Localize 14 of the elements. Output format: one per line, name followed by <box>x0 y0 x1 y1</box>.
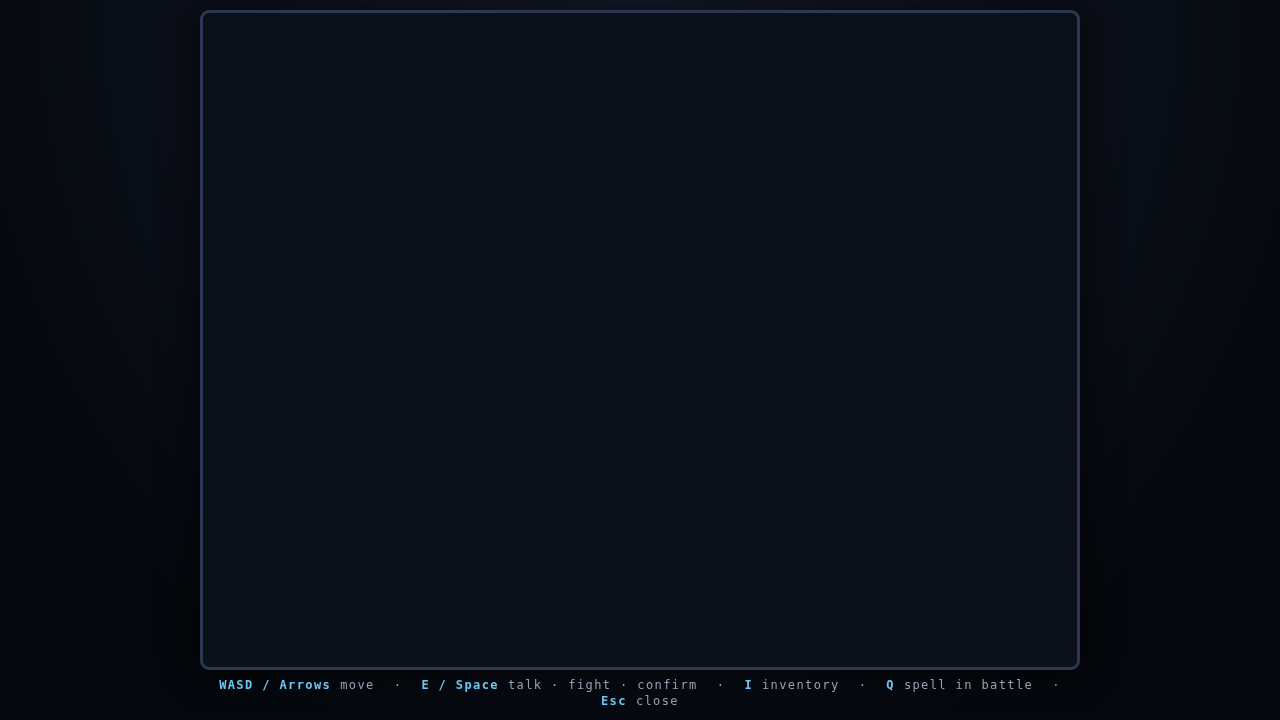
action-text: move <box>340 677 375 693</box>
hotkey-text: I <box>744 677 753 693</box>
separator-dot: · <box>858 677 868 693</box>
separator-dot: · <box>393 677 403 693</box>
action-text: close <box>635 693 679 709</box>
action-text: spell in battle <box>903 677 1034 693</box>
hotkey-text: WASD / Arrows <box>219 677 332 693</box>
action-text: inventory <box>762 677 840 693</box>
hotkey-text: Q <box>886 677 895 693</box>
hotkey-text: E / Space <box>421 677 499 693</box>
separator-dot: · <box>716 677 726 693</box>
hotkey-text: Esc <box>601 693 627 709</box>
action-text: talk · fight · confirm <box>508 677 698 693</box>
separator-dot: · <box>1052 677 1061 693</box>
